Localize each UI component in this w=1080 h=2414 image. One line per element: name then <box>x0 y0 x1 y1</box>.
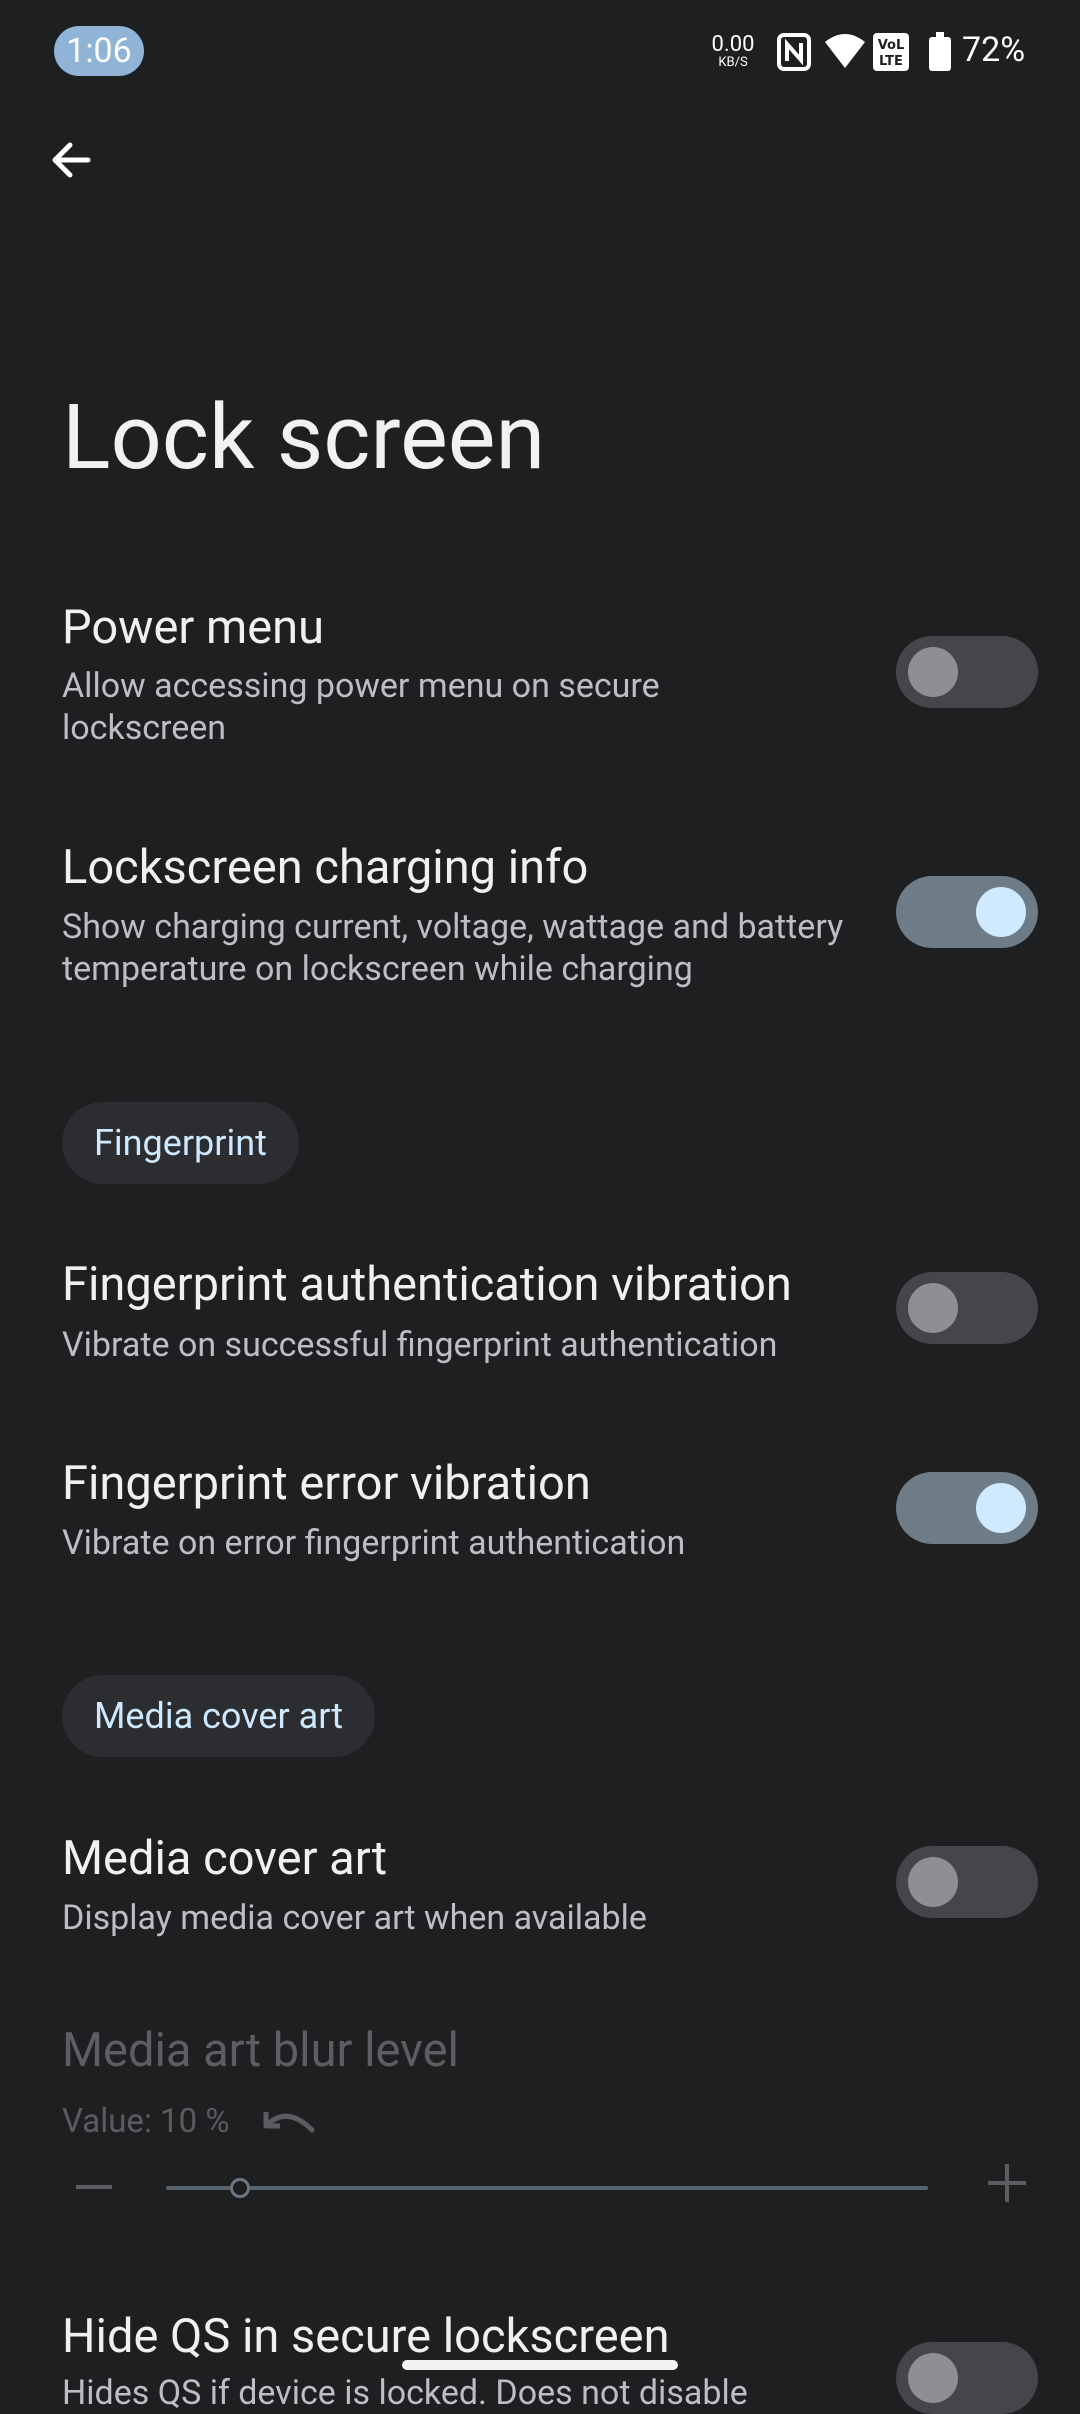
toggle-knob <box>976 1483 1026 1533</box>
fingerprint-auth-vibration-toggle[interactable] <box>896 1272 1038 1344</box>
hide-qs-toggle[interactable] <box>896 2342 1038 2414</box>
svg-text:LTE: LTE <box>879 54 903 69</box>
wifi-icon <box>825 34 865 68</box>
setting-title: Media art blur level <box>62 2023 459 2078</box>
battery-percentage: 72% <box>962 30 1026 70</box>
setting-title: Hide QS in secure lockscreen <box>62 2309 670 2364</box>
setting-subtitle: Vibrate on error fingerprint authenticat… <box>62 1523 686 1563</box>
gesture-navigation-bar[interactable] <box>402 2360 678 2370</box>
setting-subtitle: Show charging current, voltage, wattage … <box>62 907 844 989</box>
svg-text:VoL: VoL <box>878 38 905 53</box>
status-time: 1:06 <box>54 26 144 76</box>
toggle-knob <box>908 2353 958 2403</box>
undo-icon <box>263 2112 315 2133</box>
toggle-knob <box>908 647 958 697</box>
network-speed-value: 0.00 <box>711 32 755 57</box>
media-cover-art-toggle[interactable] <box>896 1846 1038 1918</box>
fingerprint-error-vibration-toggle[interactable] <box>896 1472 1038 1544</box>
setting-subtitle: Allow accessing power menu on secure loc… <box>62 666 660 748</box>
toggle-knob <box>976 887 1026 937</box>
arrow-left-icon <box>52 142 91 178</box>
setting-subtitle: Vibrate on successful fingerprint authen… <box>62 1325 778 1365</box>
volte-icon: VoL LTE <box>873 33 909 71</box>
toggle-knob <box>908 1283 958 1333</box>
blur-slider-track <box>166 2186 928 2190</box>
nfc-icon <box>777 33 811 71</box>
page-title: Lock screen <box>62 385 546 490</box>
setting-subtitle: Display media cover art when available <box>62 1898 647 1938</box>
setting-title: Fingerprint error vibration <box>62 1456 591 1511</box>
increase-icon <box>988 2164 1026 2202</box>
setting-title: Media cover art <box>62 1831 388 1886</box>
section-header-fingerprint: Fingerprint <box>62 1102 299 1184</box>
setting-subtitle: Hides QS if device is locked. Does not d… <box>62 2373 748 2413</box>
decrease-icon <box>76 2185 112 2189</box>
power-menu-toggle[interactable] <box>896 636 1038 708</box>
charging-info-toggle[interactable] <box>896 876 1038 948</box>
setting-title: Lockscreen charging info <box>62 840 589 895</box>
setting-title: Power menu <box>62 600 324 655</box>
blur-slider-thumb <box>230 2178 250 2198</box>
section-header-media-cover-art: Media cover art <box>62 1675 376 1757</box>
network-speed-unit: KB/S <box>718 55 748 70</box>
setting-title: Fingerprint authentication vibration <box>62 1257 792 1312</box>
blur-value-label: Value: 10 % <box>62 2102 230 2141</box>
toggle-knob <box>908 1857 958 1907</box>
back-button[interactable] <box>40 128 104 192</box>
network-speed: 0.00 KB/S <box>706 34 760 70</box>
battery-icon <box>929 32 951 71</box>
